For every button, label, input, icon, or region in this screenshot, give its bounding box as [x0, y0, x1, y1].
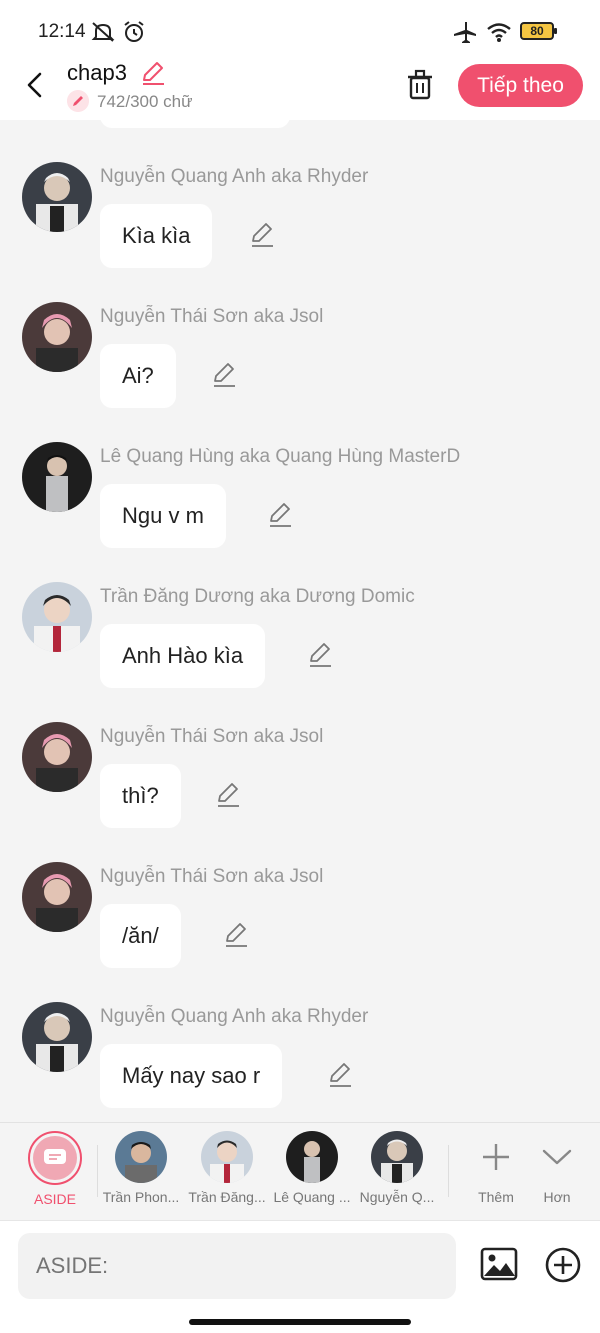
- character-bar: ASIDE Trần Phon... Trần Đăng... Lê Quang…: [0, 1122, 600, 1220]
- character-avatar: [286, 1131, 338, 1183]
- message-item: Nguyễn Thái Sơn aka Jsol Ai?: [0, 302, 600, 442]
- avatar[interactable]: [22, 1002, 92, 1072]
- character-item[interactable]: Trần Đăng...: [184, 1131, 270, 1205]
- message-author: Trần Đăng Dương aka Dương Domic: [100, 586, 415, 607]
- message-bubble[interactable]: Mấy nay sao r: [100, 1044, 283, 1108]
- edit-message-icon[interactable]: [215, 782, 241, 808]
- next-button[interactable]: Tiếp theo: [458, 64, 583, 107]
- character-name: Nguyễn Q...: [359, 1189, 435, 1205]
- trash-icon[interactable]: [404, 68, 436, 102]
- character-item[interactable]: Lê Quang ...: [269, 1131, 355, 1205]
- message-bubble[interactable]: /ăn/: [100, 904, 181, 968]
- previous-message-bubble: [100, 120, 290, 128]
- character-aside[interactable]: ASIDE: [12, 1131, 98, 1207]
- character-name: Trần Đăng...: [188, 1189, 266, 1205]
- message-author: Nguyễn Thái Sơn aka Jsol: [100, 306, 324, 327]
- edit-message-icon[interactable]: [267, 502, 293, 528]
- image-icon[interactable]: [480, 1245, 518, 1283]
- page-title: chap3: [67, 60, 127, 85]
- character-item[interactable]: Nguyễn Q...: [354, 1131, 440, 1205]
- edit-message-icon[interactable]: [307, 642, 333, 668]
- avatar[interactable]: [22, 442, 92, 512]
- chat-area[interactable]: Nguyễn Quang Anh aka Rhyder Kìa kìa Nguy…: [0, 120, 600, 1122]
- word-count: 742/300 chữ: [97, 92, 193, 111]
- character-avatar: [115, 1131, 167, 1183]
- divider: [448, 1145, 449, 1197]
- edit-message-icon[interactable]: [327, 1062, 353, 1088]
- home-indicator: [189, 1319, 411, 1325]
- avatar[interactable]: [22, 302, 92, 372]
- message-author: Nguyễn Quang Anh aka Rhyder: [100, 1006, 369, 1027]
- message-item: Nguyễn Thái Sơn aka Jsol /ăn/: [0, 862, 600, 1002]
- aside-label: ASIDE: [33, 1191, 76, 1207]
- battery-tip: [554, 28, 557, 34]
- add-icon[interactable]: [543, 1245, 583, 1285]
- status-time: 12:14: [38, 21, 86, 42]
- wifi-icon: [487, 23, 511, 42]
- back-icon[interactable]: [20, 68, 50, 102]
- airplane-icon: [454, 22, 476, 43]
- avatar[interactable]: [22, 582, 92, 652]
- input-area: [0, 1220, 600, 1333]
- character-avatar: [201, 1131, 253, 1183]
- character-name: Lê Quang ...: [273, 1189, 351, 1205]
- less-label: Hơn: [543, 1189, 571, 1205]
- message-bubble[interactable]: Kìa kìa: [100, 204, 213, 268]
- character-item[interactable]: Trần Phon...: [98, 1131, 184, 1205]
- message-author: Lê Quang Hùng aka Quang Hùng MasterD: [100, 446, 461, 467]
- message-bubble[interactable]: thì?: [100, 764, 181, 828]
- message-input[interactable]: [18, 1233, 456, 1299]
- character-name: Trần Phon...: [102, 1189, 180, 1205]
- message-item: Lê Quang Hùng aka Quang Hùng MasterD Ngu…: [0, 442, 600, 582]
- avatar[interactable]: [22, 862, 92, 932]
- mute-bell-icon: [91, 22, 115, 42]
- battery-icon: 80: [520, 22, 554, 40]
- battery-level: 80: [530, 24, 544, 38]
- avatar[interactable]: [22, 162, 92, 232]
- alarm-icon: [124, 21, 144, 42]
- message-item: Nguyễn Quang Anh aka Rhyder Kìa kìa: [0, 162, 600, 302]
- avatar[interactable]: [22, 722, 92, 792]
- edit-message-icon[interactable]: [211, 362, 237, 388]
- message-item: Trần Đăng Dương aka Dương Domic Anh Hào …: [0, 582, 600, 722]
- aside-selector[interactable]: [28, 1131, 82, 1185]
- header: chap3 742/300 chữ Tiếp theo: [0, 60, 600, 120]
- status-bar: 12:14 80: [0, 0, 600, 60]
- aside-chat-icon: [44, 1149, 66, 1164]
- message-author: Nguyễn Thái Sơn aka Jsol: [100, 726, 324, 747]
- character-avatar: [371, 1131, 423, 1183]
- chevron-down-icon: [542, 1149, 572, 1165]
- message-item: Nguyễn Thái Sơn aka Jsol thì?: [0, 722, 600, 862]
- edit-message-icon[interactable]: [223, 922, 249, 948]
- collapse-button[interactable]: Hơn: [520, 1131, 594, 1205]
- message-bubble[interactable]: Anh Hào kìa: [100, 624, 266, 688]
- edit-message-icon[interactable]: [249, 222, 275, 248]
- edit-title-icon[interactable]: [140, 60, 166, 86]
- word-count-pencil-icon: [67, 90, 89, 112]
- message-item: Nguyễn Quang Anh aka Rhyder Mấy nay sao …: [0, 1002, 600, 1122]
- message-author: Nguyễn Thái Sơn aka Jsol: [100, 866, 324, 887]
- message-author: Nguyễn Quang Anh aka Rhyder: [100, 166, 369, 187]
- plus-icon: [483, 1144, 509, 1170]
- message-bubble[interactable]: Ngu v m: [100, 484, 226, 548]
- message-bubble[interactable]: Ai?: [100, 344, 176, 408]
